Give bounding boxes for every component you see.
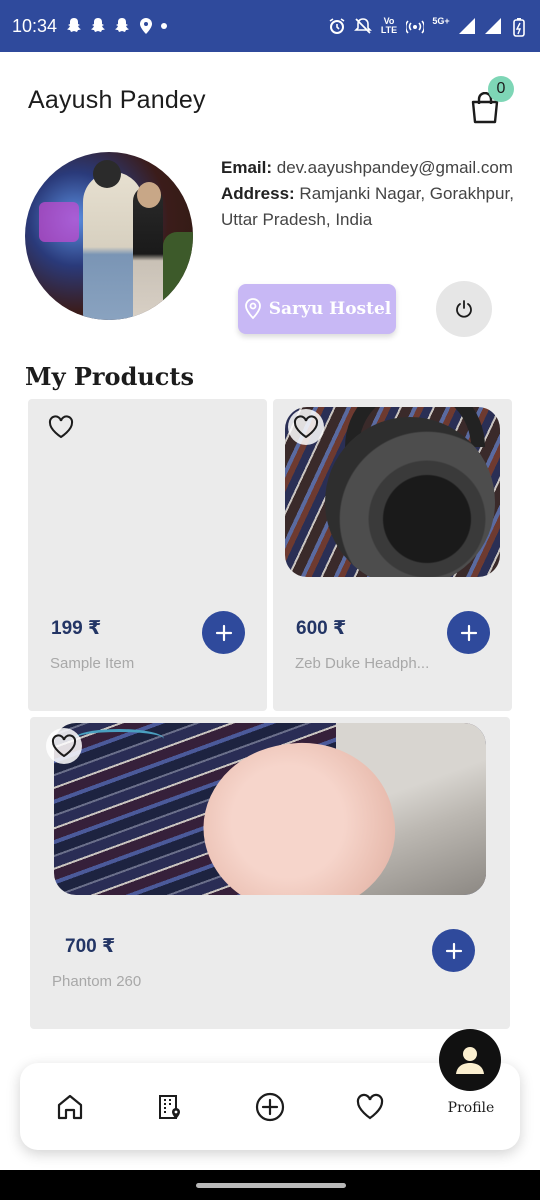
- email-value: dev.aayushpandey@gmail.com: [276, 158, 513, 177]
- cart-count-badge: 0: [488, 76, 514, 102]
- snapchat-icon: [89, 17, 107, 35]
- heart-icon: [48, 415, 74, 439]
- user-name: Aayush Pandey: [28, 86, 206, 114]
- heart-icon: [293, 415, 319, 439]
- mute-icon: [354, 17, 372, 35]
- status-left-icons: [65, 17, 168, 35]
- my-products-title: My Products: [25, 362, 195, 391]
- volte-icon: Vo LTE: [380, 16, 398, 35]
- heart-icon: [51, 734, 77, 758]
- hostel-button[interactable]: Saryu Hostel: [238, 284, 396, 334]
- power-icon: [456, 300, 472, 318]
- product-price: 600 ₹: [296, 618, 347, 639]
- nav-home[interactable]: [54, 1091, 86, 1123]
- email-label: Email:: [221, 158, 273, 177]
- signal-icon: [458, 17, 476, 35]
- 5g-icon: 5G+: [432, 16, 450, 26]
- add-to-cart-button[interactable]: [447, 611, 490, 654]
- add-to-cart-button[interactable]: [432, 929, 475, 972]
- plus-icon: [215, 624, 232, 641]
- nav-favorites[interactable]: [354, 1091, 386, 1123]
- profile-icon: [456, 1047, 484, 1074]
- cart-button[interactable]: 0: [468, 76, 514, 124]
- nav-add-product[interactable]: [254, 1091, 286, 1123]
- status-right-icons: Vo LTE 5G+: [328, 16, 528, 37]
- snapchat-icon: [113, 17, 131, 35]
- location-tracking-icon: [137, 17, 155, 35]
- nav-profile-button[interactable]: [439, 1029, 501, 1091]
- snapchat-icon: [65, 17, 83, 35]
- header: Aayush Pandey 0: [28, 76, 514, 124]
- gesture-handle[interactable]: [196, 1183, 346, 1188]
- add-to-cart-button[interactable]: [202, 611, 245, 654]
- product-name: Zeb Duke Headph...: [295, 655, 430, 672]
- dot-icon: [161, 23, 168, 29]
- status-time: 10:34: [12, 15, 58, 36]
- address-row: Address: Ramjanki Nagar, Gorakhpur, Utta…: [221, 181, 521, 233]
- logout-button[interactable]: [436, 281, 492, 337]
- product-name: Phantom 260: [52, 973, 142, 990]
- email-row: Email: dev.aayushpandey@gmail.com: [221, 155, 521, 181]
- product-price: 199 ₹: [51, 618, 102, 639]
- nav-hostels[interactable]: [154, 1091, 186, 1123]
- hotspot-icon: [404, 17, 426, 35]
- hostel-label: Saryu Hostel: [268, 299, 392, 319]
- product-card[interactable]: 600 ₹ Zeb Duke Headph...: [273, 399, 512, 711]
- plus-icon: [460, 624, 477, 641]
- signal-icon: [484, 17, 502, 35]
- profile-info: Email: dev.aayushpandey@gmail.com Addres…: [221, 155, 521, 233]
- address-label: Address:: [221, 184, 295, 203]
- status-bar: 10:34 Vo LTE 5G+: [0, 0, 540, 52]
- alarm-icon: [328, 17, 346, 35]
- product-price: 700 ₹: [65, 936, 116, 957]
- favorite-button[interactable]: [46, 728, 82, 764]
- home-icon: [57, 1094, 83, 1120]
- product-card[interactable]: 199 ₹ Sample Item: [28, 399, 267, 711]
- nav-profile-label[interactable]: Profile: [440, 1100, 502, 1116]
- product-image: [54, 723, 486, 895]
- favorite-button[interactable]: [288, 409, 324, 445]
- plus-icon: [445, 942, 462, 959]
- building-location-icon: [159, 1095, 180, 1119]
- avatar: [25, 152, 193, 320]
- location-pin-icon: [244, 298, 261, 320]
- product-card[interactable]: 700 ₹ Phantom 260: [30, 717, 510, 1029]
- product-name: Sample Item: [50, 655, 135, 672]
- add-circle-icon: [255, 1092, 285, 1122]
- heart-icon: [356, 1093, 384, 1120]
- favorite-button[interactable]: [43, 409, 79, 445]
- battery-icon: [510, 17, 528, 37]
